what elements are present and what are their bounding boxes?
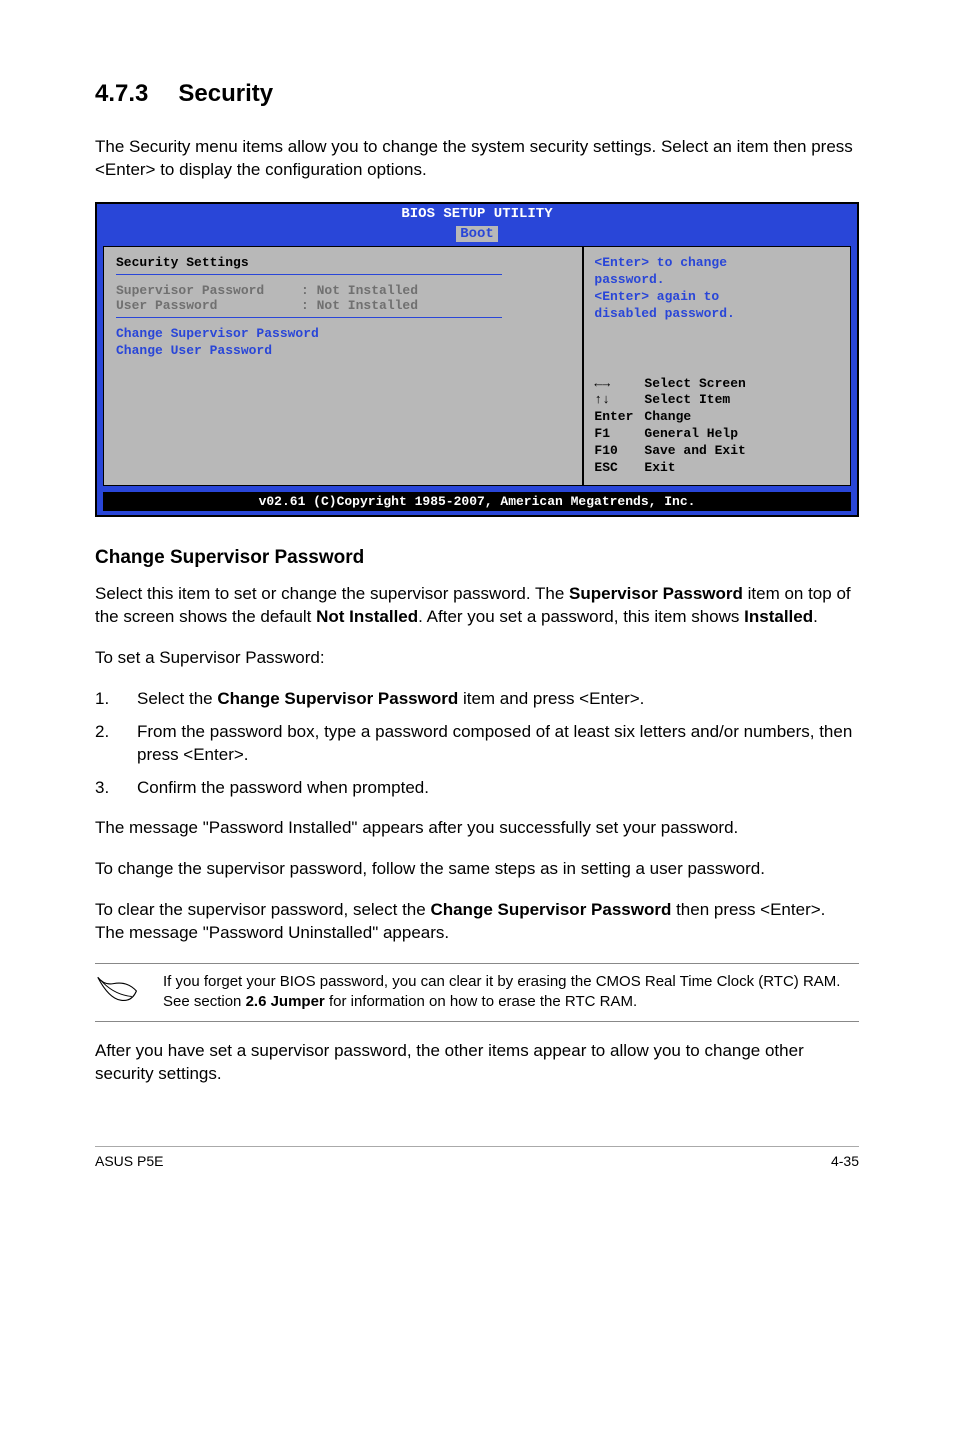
paragraph: To clear the supervisor password, select… [95,899,859,945]
nav-label: Save and Exit [644,443,745,460]
list-text: Select the Change Supervisor Password it… [137,688,859,711]
bios-divider [116,317,502,318]
help-text: password. [594,272,664,287]
paragraph: To set a Supervisor Password: [95,647,859,670]
bold-text: Change Supervisor Password [430,900,671,919]
text: item and press <Enter>. [458,689,644,708]
text: for information on how to erase the RTC … [325,993,637,1010]
bold-text: 2.6 Jumper [246,993,325,1010]
list-text: Confirm the password when prompted. [137,777,859,800]
paragraph: The message "Password Installed" appears… [95,817,859,840]
bios-row-supervisor: Supervisor Password : Not Installed [116,283,570,298]
nav-key: Enter [594,409,644,426]
ordered-list: 1. Select the Change Supervisor Password… [95,688,859,800]
bios-item-change-user: Change User Password [116,343,570,358]
nav-label: Change [644,409,691,426]
bios-row-user: User Password : Not Installed [116,298,570,313]
nav-row: ESCExit [594,460,840,477]
footer-right: 4-35 [831,1153,859,1169]
list-item: 2. From the password box, type a passwor… [95,721,859,767]
bios-screenshot: BIOS SETUP UTILITY Boot Security Setting… [95,202,859,517]
text: . After you set a password, this item sh… [418,607,744,626]
help-text: disabled password. [594,306,734,321]
nav-label: Exit [644,460,675,477]
bios-row-value: : Not Installed [301,283,418,298]
intro-paragraph: The Security menu items allow you to cha… [95,136,859,182]
bios-title: BIOS SETUP UTILITY [97,204,857,224]
bios-section-title: Security Settings [116,255,570,270]
bios-help-line: <Enter> to change [594,255,840,272]
list-number: 1. [95,688,137,711]
bold-text: Not Installed [316,607,418,626]
text: . [813,607,818,626]
bios-active-tab: Boot [456,226,498,242]
text: Select the [137,689,217,708]
text: To clear the supervisor password, select… [95,900,430,919]
bios-row-label: Supervisor Password [116,283,301,298]
bios-divider [116,274,502,275]
bios-right-panel: <Enter> to change password. <Enter> agai… [583,246,851,486]
nav-row: F1General Help [594,426,840,443]
nav-label: General Help [644,426,738,443]
nav-row: ←→Select Screen [594,376,840,393]
bios-copyright: v02.61 (C)Copyright 1985-2007, American … [103,492,851,511]
bios-help-line: disabled password. [594,306,840,323]
section-number: 4.7.3 [95,80,148,108]
bios-help-text: <Enter> to change password. <Enter> agai… [594,255,840,323]
enter-tag: <Enter> [594,289,649,304]
list-item: 1. Select the Change Supervisor Password… [95,688,859,711]
nav-row: ↑↓Select Item [594,392,840,409]
bios-item-change-supervisor: Change Supervisor Password [116,326,570,341]
subheading: Change Supervisor Password [95,547,859,569]
bios-help-line: password. [594,272,840,289]
list-text: From the password box, type a password c… [137,721,859,767]
text: Select this item to set or change the su… [95,584,569,603]
enter-tag: <Enter> [594,255,649,270]
note-callout: If you forget your BIOS password, you ca… [95,963,859,1022]
help-text: again to [649,289,719,304]
bios-tab-row: Boot [97,224,857,246]
nav-key: F10 [594,443,644,460]
nav-key: F1 [594,426,644,443]
list-number: 2. [95,721,137,767]
bios-row-value: : Not Installed [301,298,418,313]
list-number: 3. [95,777,137,800]
note-text: If you forget your BIOS password, you ca… [163,972,859,1013]
paragraph: After you have set a supervisor password… [95,1040,859,1086]
paragraph: To change the supervisor password, follo… [95,858,859,881]
bold-text: Supervisor Password [569,584,743,603]
paragraph: Select this item to set or change the su… [95,583,859,629]
nav-row: F10Save and Exit [594,443,840,460]
bold-text: Installed [744,607,813,626]
note-icon [95,972,145,1013]
section-title: Security [178,80,273,108]
bios-row-label: User Password [116,298,301,313]
bios-help-line: <Enter> again to [594,289,840,306]
bios-nav-keys: ←→Select Screen ↑↓Select Item EnterChang… [594,376,840,477]
nav-key: ESC [594,460,644,477]
bios-body: Security Settings Supervisor Password : … [103,246,851,486]
nav-label: Select Screen [644,376,745,393]
nav-label: Select Item [644,392,730,409]
nav-key: ←→ [594,376,644,393]
nav-key: ↑↓ [594,392,644,409]
nav-row: EnterChange [594,409,840,426]
section-heading: 4.7.3 Security [95,80,859,108]
page-footer: ASUS P5E 4-35 [95,1146,859,1169]
list-item: 3. Confirm the password when prompted. [95,777,859,800]
bios-left-panel: Security Settings Supervisor Password : … [103,246,583,486]
bold-text: Change Supervisor Password [217,689,458,708]
help-text: to change [649,255,727,270]
footer-left: ASUS P5E [95,1153,163,1169]
